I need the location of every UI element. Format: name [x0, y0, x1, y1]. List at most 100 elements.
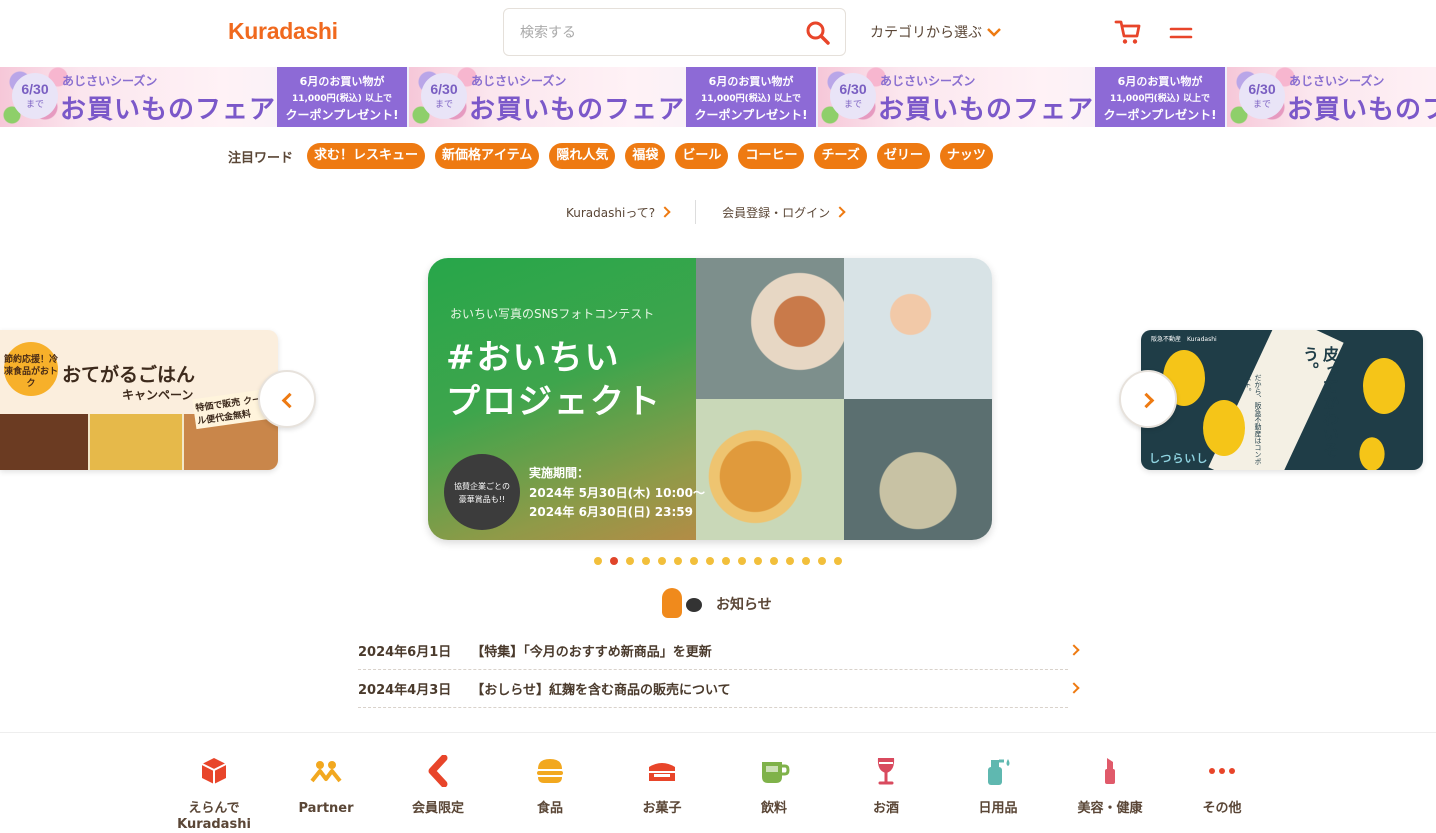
campaign-banner[interactable]: 6/30 まで あじさいシーズン お買いものフェア 6月のお買い物が 11,000円…	[0, 67, 409, 127]
category-label: 美容・健康	[1077, 801, 1143, 816]
banner-date: 6/30 まで	[1239, 73, 1285, 119]
box-icon	[201, 758, 227, 784]
carousel-dot[interactable]	[722, 557, 730, 565]
category-label: えらんで Kuradashi	[177, 801, 251, 832]
category-members-only[interactable]: 会員限定	[393, 754, 483, 817]
keyword-chip[interactable]: チーズ	[814, 143, 867, 169]
hamburger-menu-icon[interactable]	[1168, 22, 1194, 44]
pasta-photo	[696, 258, 844, 399]
banner-coupon: 6月のお買い物が 11,000円(税込) 以上で クーポンプレゼント!	[277, 67, 407, 127]
wine-icon	[877, 758, 895, 785]
chevron-right-icon	[834, 206, 846, 218]
campaign-banner[interactable]: 6/30まで あじさいシーズン お買いものフェア	[1227, 67, 1436, 127]
carousel-dot[interactable]	[690, 557, 698, 565]
keyword-chip[interactable]: 隠れ人気	[549, 143, 616, 169]
search-box	[503, 8, 846, 56]
category-label: お菓子	[642, 801, 682, 816]
category-beauty-health[interactable]: 美容・健康	[1065, 755, 1155, 817]
search-input[interactable]	[520, 21, 790, 45]
spray-icon	[988, 759, 1010, 785]
carousel-slide-next[interactable]: 阪急不動産 Kuradashi 皮ってかわいそう。 だから、阪急不動産はコンポス…	[1141, 330, 1423, 470]
carousel-dot[interactable]	[786, 557, 794, 565]
keyword-chip[interactable]: コーヒー	[738, 143, 805, 169]
carousel-dot[interactable]	[658, 557, 666, 565]
slide-subtitle: だから、阪急不動産はコンポスト。	[1244, 374, 1262, 465]
cup-icon	[762, 762, 790, 783]
notice-item[interactable]: 2024年6月1日 【特集】「今月のおすすめ新商品」を更新	[358, 632, 1080, 670]
banner-date: 6/30 まで	[12, 73, 58, 119]
carousel-dot[interactable]	[802, 557, 810, 565]
keywords-label: 注目ワード	[228, 150, 294, 166]
category-alcohol[interactable]: お酒	[841, 755, 931, 817]
category-other[interactable]: その他	[1177, 755, 1267, 817]
divider	[695, 200, 697, 224]
notice-item[interactable]: 2024年4月3日 【おしらせ】紅麹を含む商品の販売について	[358, 670, 1080, 708]
carousel-next-button[interactable]	[1119, 370, 1177, 428]
keyword-chip[interactable]: ナッツ	[939, 143, 993, 169]
keyword-chip[interactable]: 福袋	[625, 143, 666, 169]
kuradashi-logo[interactable]: Kuradashi	[228, 18, 338, 45]
slide-subtitle: キャンペーン	[122, 388, 194, 402]
carousel-dot[interactable]	[818, 557, 826, 565]
cake-icon	[649, 763, 675, 781]
category-drinks[interactable]: 飲料	[729, 755, 819, 817]
campaign-banner[interactable]: 6/30 まで あじさいシーズン お買いものフェア 6月のお買い物が 11,000円…	[818, 67, 1227, 127]
banner-coupon: 6月のお買い物が 11,000円(税込) 以上で クーポンプレゼント!	[686, 67, 816, 127]
category-erande[interactable]: えらんで Kuradashi	[169, 755, 259, 833]
carousel-dot[interactable]	[738, 557, 746, 565]
lemon-decoration	[1359, 437, 1385, 470]
mascot-icon	[660, 588, 706, 620]
category-label: 会員限定	[411, 801, 464, 816]
banner-season: あじさいシーズン	[1289, 74, 1385, 88]
slide-title: #おいちい プロジェクト	[446, 338, 662, 422]
about-link-label: Kuradashiって?	[566, 205, 656, 220]
carousel-dot[interactable]	[754, 557, 762, 565]
chevron-right-icon	[1138, 392, 1155, 409]
notices-heading: お知らせ	[660, 588, 772, 620]
slide-header: 阪急不動産 Kuradashi	[1151, 336, 1217, 343]
carousel-dot[interactable]	[834, 557, 842, 565]
keyword-chip[interactable]: ゼリー	[876, 143, 930, 169]
notice-list: 2024年6月1日 【特集】「今月のおすすめ新商品」を更新 2024年4月3日 …	[358, 632, 1080, 708]
carousel-dot[interactable]	[594, 557, 602, 565]
banner-season: あじさいシーズン	[471, 74, 567, 88]
search-icon[interactable]	[805, 20, 831, 46]
category-label: 食品	[536, 801, 563, 816]
category-daily-goods[interactable]: 日用品	[953, 755, 1043, 817]
banner-date: 6/30 まで	[421, 73, 467, 119]
carousel-dot[interactable]	[642, 557, 650, 565]
carousel-dot[interactable]	[626, 557, 634, 565]
campaign-banner[interactable]: 6/30 まで あじさいシーズン お買いものフェア 6月のお買い物が 11,000円…	[409, 67, 818, 127]
carousel-dot[interactable]	[610, 557, 618, 565]
carousel-slide-active[interactable]: おいちい写真のSNSフォトコンテスト #おいちい プロジェクト 協賛企業ごとの …	[428, 258, 992, 540]
category-label: お酒	[872, 801, 899, 816]
carousel-dot[interactable]	[674, 557, 682, 565]
about-link[interactable]: Kuradashiって?	[566, 204, 671, 221]
category-partner[interactable]: Partner	[281, 755, 371, 817]
notice-date: 2024年4月3日	[358, 683, 452, 698]
category-label: Partner	[298, 801, 354, 816]
cart-icon[interactable]	[1114, 18, 1142, 46]
keyword-chip[interactable]: ビール	[675, 143, 729, 169]
carousel-dot[interactable]	[706, 557, 714, 565]
keyword-chip[interactable]: 新価格アイテム	[435, 143, 540, 169]
banner-fair-title: お買いものフェア	[1287, 95, 1436, 125]
keyword-chip[interactable]: 求む！レスキュー	[307, 143, 426, 169]
carousel-slide-prev[interactable]: 節約応援！冷凍食品がおトク おてがるごはん キャンペーン 特価で販売 クール便代…	[0, 330, 278, 470]
slide-title: 皮ってかわいそう。	[1300, 346, 1339, 458]
lipstick-icon	[1105, 758, 1115, 784]
account-links: Kuradashiって? 会員登録・ログイン	[566, 200, 846, 224]
lemon-decoration	[1203, 400, 1245, 456]
category-nav: えらんで Kuradashi Partner 会員限定 食品 お菓子 飲料 お酒…	[0, 732, 1436, 832]
carousel-prev-button[interactable]	[258, 370, 316, 428]
banner-fair-title: お買いものフェア	[469, 95, 686, 125]
carousel-dot[interactable]	[770, 557, 778, 565]
banner-date: 6/30 まで	[830, 73, 876, 119]
notice-date: 2024年6月1日	[358, 645, 452, 660]
category-food[interactable]: 食品	[505, 755, 595, 817]
login-link[interactable]: 会員登録・ログイン	[722, 204, 846, 221]
carousel-pagination	[594, 557, 842, 565]
category-select[interactable]: カテゴリから選ぶ	[870, 22, 1002, 42]
category-sweets[interactable]: お菓子	[617, 755, 707, 817]
banner-fair-title: お買いものフェア	[878, 95, 1095, 125]
